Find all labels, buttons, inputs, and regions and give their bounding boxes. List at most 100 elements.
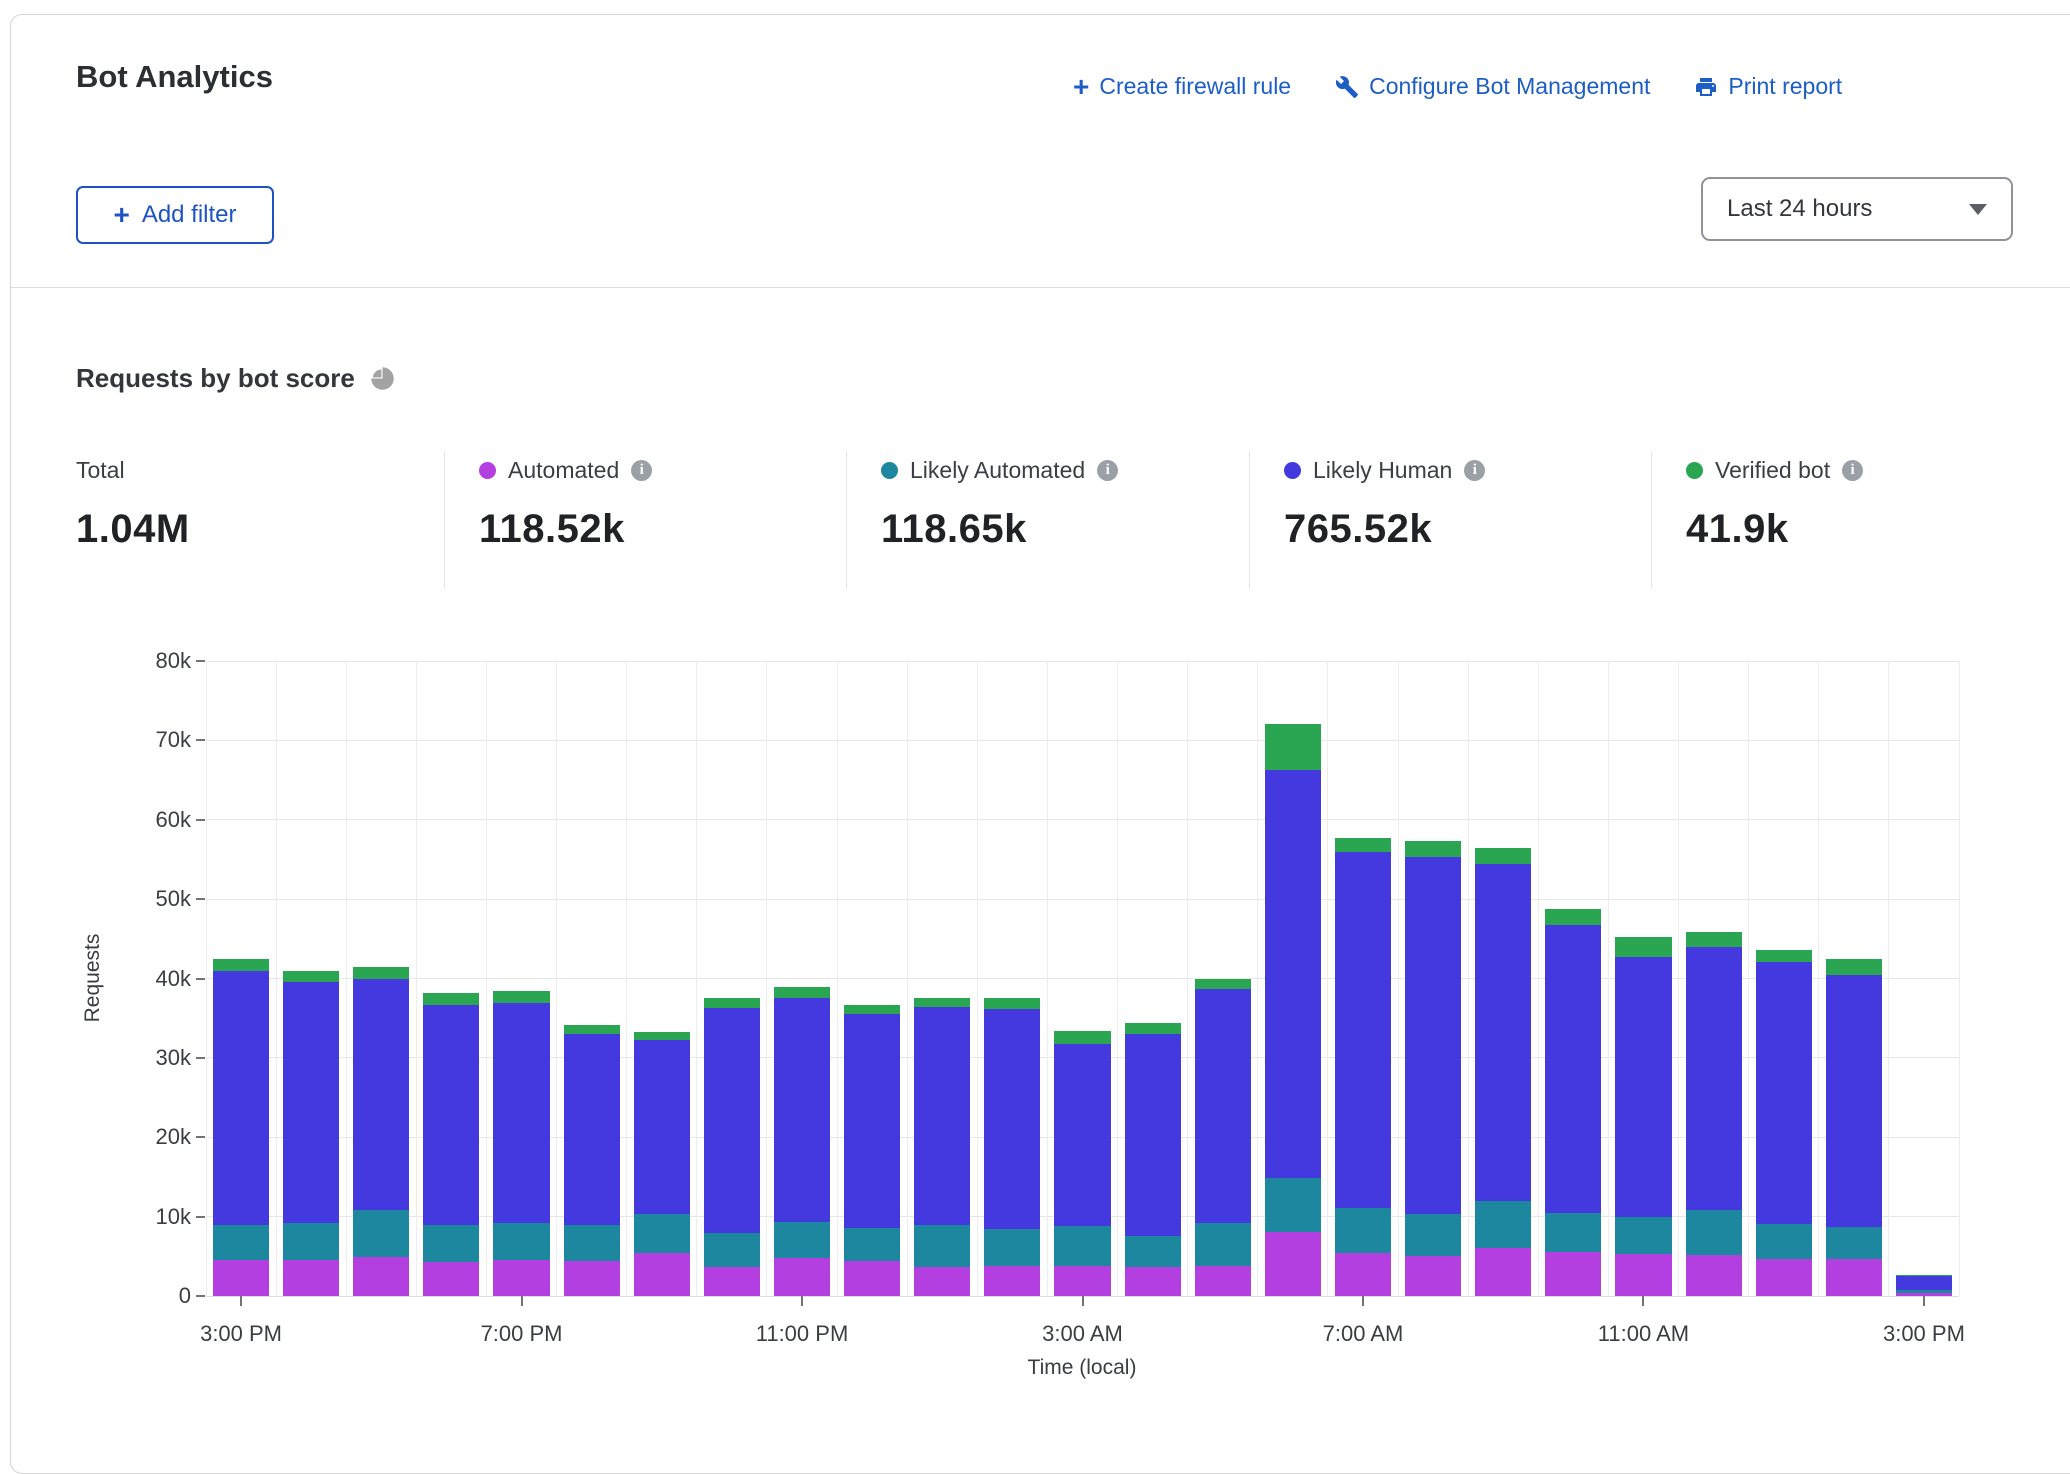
bar-segment-automated [984,1266,1040,1296]
bar-segment-automated [774,1258,830,1296]
bar-segment-likely-human [704,1008,760,1233]
bot-analytics-card: Bot Analytics + Create firewall rule Con… [10,14,2070,1474]
bar-8-00-pm[interactable] [564,1025,620,1296]
v-gridline [1047,661,1048,1296]
info-icon[interactable]: i [631,460,652,481]
stat-label: Verified bot [1715,457,1830,484]
bar-3-00-pm[interactable] [1896,1275,1952,1296]
bar-8-00-am[interactable] [1405,841,1461,1296]
bar-segment-automated [1125,1267,1181,1296]
bar-segment-likely-automated [1475,1201,1531,1248]
bar-segment-likely-automated [1054,1226,1110,1266]
bar-9-00-pm[interactable] [634,1032,690,1296]
x-tick-mark [521,1296,523,1306]
bar-segment-likely-human [1756,962,1812,1224]
bar-12-00-am[interactable] [844,1005,900,1296]
plot-area [206,661,1959,1296]
y-axis-title: Requests [81,934,105,1023]
bar-7-00-am[interactable] [1335,838,1391,1296]
bar-6-00-am[interactable] [1265,724,1321,1296]
bar-10-00-am[interactable] [1545,909,1601,1296]
bar-segment-likely-human [984,1009,1040,1229]
header-actions: + Create firewall rule Configure Bot Man… [1073,73,1842,100]
bar-segment-verified-bot [283,971,339,983]
stat-value: 765.52k [1284,507,1664,552]
v-gridline [766,661,767,1296]
bar-6-00-pm[interactable] [423,993,479,1296]
bar-4-00-am[interactable] [1125,1023,1181,1296]
bar-segment-verified-bot [213,959,269,971]
bar-segment-likely-human [1896,1276,1952,1289]
bar-segment-likely-human [564,1034,620,1225]
bar-10-00-pm[interactable] [704,998,760,1296]
bar-segment-automated [423,1262,479,1296]
bar-11-00-am[interactable] [1615,937,1671,1296]
v-gridline [1257,661,1258,1296]
bar-7-00-pm[interactable] [493,991,549,1296]
configure-bot-management-link[interactable]: Configure Bot Management [1335,73,1650,100]
bar-segment-automated [283,1260,339,1296]
bar-segment-likely-automated [1195,1223,1251,1266]
bar-2-00-am[interactable] [984,998,1040,1296]
bar-segment-verified-bot [1335,838,1391,852]
v-gridline [1398,661,1399,1296]
stat-separator [444,451,445,589]
bar-segment-likely-human [353,979,409,1210]
bar-segment-likely-automated [213,1225,269,1261]
add-filter-button[interactable]: + Add filter [76,186,274,244]
bar-2-00-pm[interactable] [1826,959,1882,1296]
bar-3-00-pm[interactable] [213,959,269,1296]
bar-1-00-pm[interactable] [1756,950,1812,1296]
bar-segment-likely-automated [704,1233,760,1267]
legend-dot [881,462,898,479]
bar-segment-verified-bot [423,993,479,1005]
bar-3-00-am[interactable] [1054,1031,1110,1296]
stat-total-label: Total [76,457,125,484]
bar-segment-likely-automated [493,1223,549,1260]
y-tick-label: 10k [111,1204,191,1230]
bar-segment-automated [1686,1255,1742,1296]
bar-segment-automated [1545,1252,1601,1296]
bar-segment-likely-human [213,971,269,1225]
x-tick-label: 3:00 PM [1854,1321,1994,1347]
bar-4-00-pm[interactable] [283,971,339,1296]
create-firewall-rule-label: Create firewall rule [1099,73,1291,100]
y-tick-mark [196,819,205,821]
y-tick-mark [196,660,205,662]
y-tick-mark [196,1057,205,1059]
bar-segment-likely-human [914,1007,970,1224]
stat-automated: Automatedi118.52k [479,455,859,552]
y-tick-label: 30k [111,1045,191,1071]
bar-segment-likely-automated [1756,1224,1812,1259]
v-gridline [1959,661,1960,1296]
bar-segment-likely-human [1405,857,1461,1214]
bar-segment-verified-bot [984,998,1040,1008]
bar-segment-likely-automated [844,1228,900,1261]
legend-dot [479,462,496,479]
bar-9-00-am[interactable] [1475,848,1531,1296]
section-title-row: Requests by bot score [76,363,396,394]
bar-segment-verified-bot [844,1005,900,1015]
bar-segment-likely-human [844,1014,900,1228]
info-icon[interactable]: i [1097,460,1118,481]
time-range-dropdown[interactable]: Last 24 hours [1701,177,2013,241]
bar-segment-likely-automated [353,1210,409,1257]
print-report-link[interactable]: Print report [1694,73,1842,100]
bar-5-00-pm[interactable] [353,967,409,1296]
info-icon[interactable]: i [1842,460,1863,481]
info-icon[interactable]: i [1464,460,1485,481]
bar-segment-automated [704,1267,760,1296]
bar-12-00-pm[interactable] [1686,932,1742,1296]
bar-segment-likely-automated [1405,1214,1461,1256]
y-tick-label: 40k [111,966,191,992]
bar-segment-verified-bot [1756,950,1812,962]
bar-5-00-am[interactable] [1195,979,1251,1296]
h-gridline [206,740,1959,741]
bar-1-00-am[interactable] [914,998,970,1296]
bar-11-00-pm[interactable] [774,987,830,1296]
h-gridline [206,661,1959,662]
bar-segment-automated [1826,1259,1882,1296]
print-report-label: Print report [1728,73,1842,100]
stat-label: Automated [508,457,619,484]
create-firewall-rule-link[interactable]: + Create firewall rule [1073,73,1291,100]
